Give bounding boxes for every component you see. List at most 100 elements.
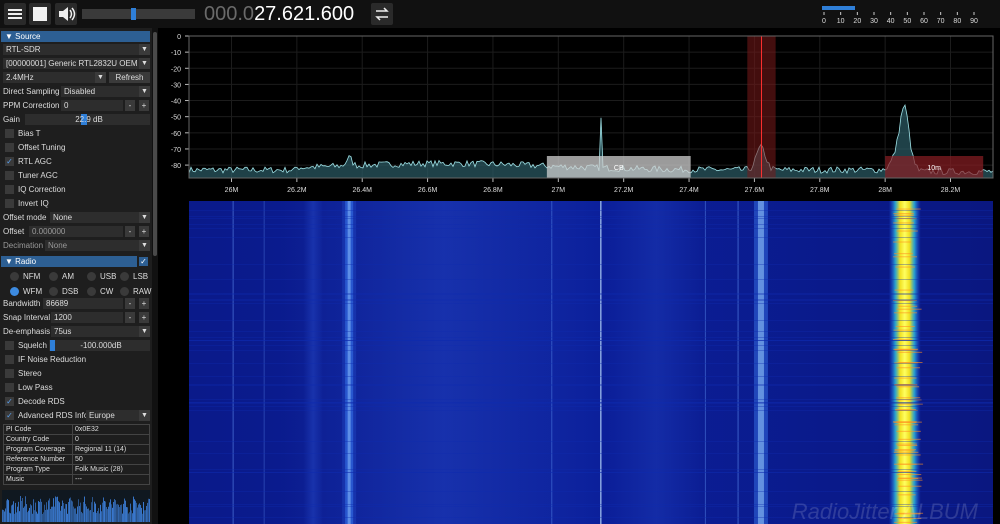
waterfall-row	[189, 376, 993, 377]
rds-key: PI Code	[3, 424, 73, 435]
mode-radio-usb[interactable]	[87, 272, 96, 281]
audio-preview-bar	[109, 502, 110, 522]
mode-radio-nfm[interactable]	[10, 272, 19, 281]
waterfall-signal-speckle	[894, 377, 917, 379]
ppm-increment-button[interactable]: +	[139, 100, 149, 111]
audio-preview-bar	[86, 506, 87, 522]
radio-option-checkbox[interactable]	[5, 355, 14, 364]
source-option-checkbox[interactable]	[5, 171, 14, 180]
frequency-display[interactable]: 000.027.621.600	[204, 3, 354, 25]
gain-slider[interactable]: 22.9 dB	[25, 114, 150, 125]
audio-preview-bar	[131, 510, 132, 522]
sample-rate-row: 2.4MHz ▼ Refresh	[3, 72, 150, 84]
audio-preview-bar	[60, 510, 61, 522]
radio-option-checkbox[interactable]: ✓	[5, 397, 14, 406]
bandwidth-input[interactable]: 86689	[43, 298, 123, 309]
audio-preview-bar	[132, 513, 133, 522]
offset-increment-button[interactable]: +	[139, 226, 149, 237]
snap-increment-button[interactable]: +	[139, 312, 149, 323]
fft-y-tick-label: -80	[171, 163, 181, 170]
waterfall-signal-speckle	[896, 208, 921, 210]
volume-slider[interactable]	[82, 8, 195, 20]
sidebar-scrollbar-thumb[interactable]	[153, 32, 157, 256]
volume-slider-handle[interactable]	[131, 8, 136, 20]
radio-enable-checkbox[interactable]: ✓	[139, 257, 148, 266]
source-option-checkbox[interactable]: ✓	[5, 157, 14, 166]
audio-preview-bar	[17, 506, 18, 522]
snap-input[interactable]: 1200	[51, 312, 123, 323]
audio-preview-bar	[34, 510, 35, 522]
source-option-checkbox[interactable]	[5, 185, 14, 194]
audio-preview-bar	[14, 513, 15, 522]
fft-x-tick-label: 26.2M	[287, 187, 307, 194]
radio-option-checkbox[interactable]	[5, 383, 14, 392]
audio-preview-bar	[38, 501, 39, 522]
device-select[interactable]: [00000001] Generic RTL2832U OEM ▼	[3, 58, 150, 70]
waterfall-signal-speckle	[897, 351, 923, 353]
source-section-header[interactable]: ▼ Source	[1, 31, 150, 42]
audio-preview-bar	[25, 496, 26, 522]
ppm-row: PPM Correction 0- +	[3, 100, 150, 112]
stop-button[interactable]	[29, 3, 51, 25]
squelch-slider[interactable]: -100.000dB	[49, 340, 150, 351]
audio-preview-bar	[22, 497, 23, 522]
mode-radio-am[interactable]	[49, 272, 58, 281]
audio-preview-bar	[103, 497, 104, 522]
rds-table-row: Program Type Folk Music (28)	[3, 464, 150, 475]
audio-preview-bar	[10, 513, 11, 522]
ppm-decrement-button[interactable]: -	[125, 100, 135, 111]
direct-sampling-select[interactable]: Disabled	[61, 86, 139, 97]
sidebar: ▼ Source RTL-SDR ▼ [00000001] Generic RTL…	[0, 28, 152, 524]
dropdown-arrow-icon: ▼	[95, 72, 106, 83]
snr-tick-label: 50	[903, 18, 911, 25]
frequency-leading-digits[interactable]: 000.0	[204, 3, 254, 25]
waterfall-signal-trace	[737, 201, 739, 524]
mode-radio-wfm[interactable]	[10, 287, 19, 296]
rds-table-row: PI Code 0x0E32	[3, 424, 150, 435]
fft-x-tick-label: 27M	[552, 187, 566, 194]
fft-spectrum[interactable]: 0 -10 -20 -30 -40 -50 -60 -70 -80 26M 26.2M 26.4M 26…	[163, 28, 1000, 200]
device-type-select[interactable]: RTL-SDR ▼	[3, 44, 150, 56]
deemphasis-select[interactable]: 75us	[51, 326, 139, 337]
radio-section-header[interactable]: ▼ Radio	[1, 256, 137, 267]
waterfall-row	[189, 406, 993, 407]
snap-decrement-button[interactable]: -	[125, 312, 135, 323]
squelch-slider-handle[interactable]	[50, 340, 55, 351]
sample-rate-select[interactable]: 2.4MHz	[3, 72, 95, 83]
region-select[interactable]: Europe	[86, 410, 139, 421]
offset-decrement-button[interactable]: -	[125, 226, 135, 237]
mode-radio-cw[interactable]	[87, 287, 96, 296]
offset-input[interactable]: 0.000000	[29, 226, 123, 237]
squelch-checkbox[interactable]	[5, 341, 14, 350]
offset-mode-select[interactable]: None	[50, 212, 139, 223]
waterfall-row	[189, 300, 993, 301]
rds-key: Music	[3, 474, 73, 485]
waterfall[interactable]: RadioJitter ALBUM	[163, 201, 1000, 524]
bandwidth-decrement-button[interactable]: -	[125, 298, 135, 309]
waterfall-row	[189, 216, 993, 217]
source-option-checkbox[interactable]	[5, 129, 14, 138]
menu-button[interactable]	[4, 3, 26, 25]
bandwidth-increment-button[interactable]: +	[139, 298, 149, 309]
frequency-active-digits[interactable]: 27.621.600	[254, 3, 354, 25]
audio-preview-bar	[118, 504, 119, 522]
mode-label-cw: CW	[100, 287, 114, 296]
fft-x-tick-label: 26.8M	[483, 187, 503, 194]
advanced-rds-checkbox[interactable]: ✓	[5, 411, 14, 420]
mode-radio-raw[interactable]	[120, 287, 129, 296]
swap-button[interactable]	[371, 3, 393, 25]
audio-preview-bar	[58, 501, 59, 522]
waterfall-signal-speckle	[896, 479, 923, 481]
refresh-button[interactable]: Refresh	[109, 72, 150, 83]
mode-radio-dsb[interactable]	[49, 287, 58, 296]
source-option-checkbox[interactable]	[5, 143, 14, 152]
source-option-checkbox[interactable]	[5, 199, 14, 208]
mode-radio-lsb[interactable]	[120, 272, 129, 281]
decimation-select[interactable]: None	[45, 240, 139, 251]
audio-preview-bar	[147, 502, 148, 522]
ppm-input[interactable]: 0	[61, 100, 123, 111]
volume-button[interactable]	[55, 3, 77, 25]
waterfall-row	[189, 264, 993, 265]
radio-option-checkbox[interactable]	[5, 369, 14, 378]
fft-y-tick-label: 0	[177, 34, 181, 41]
